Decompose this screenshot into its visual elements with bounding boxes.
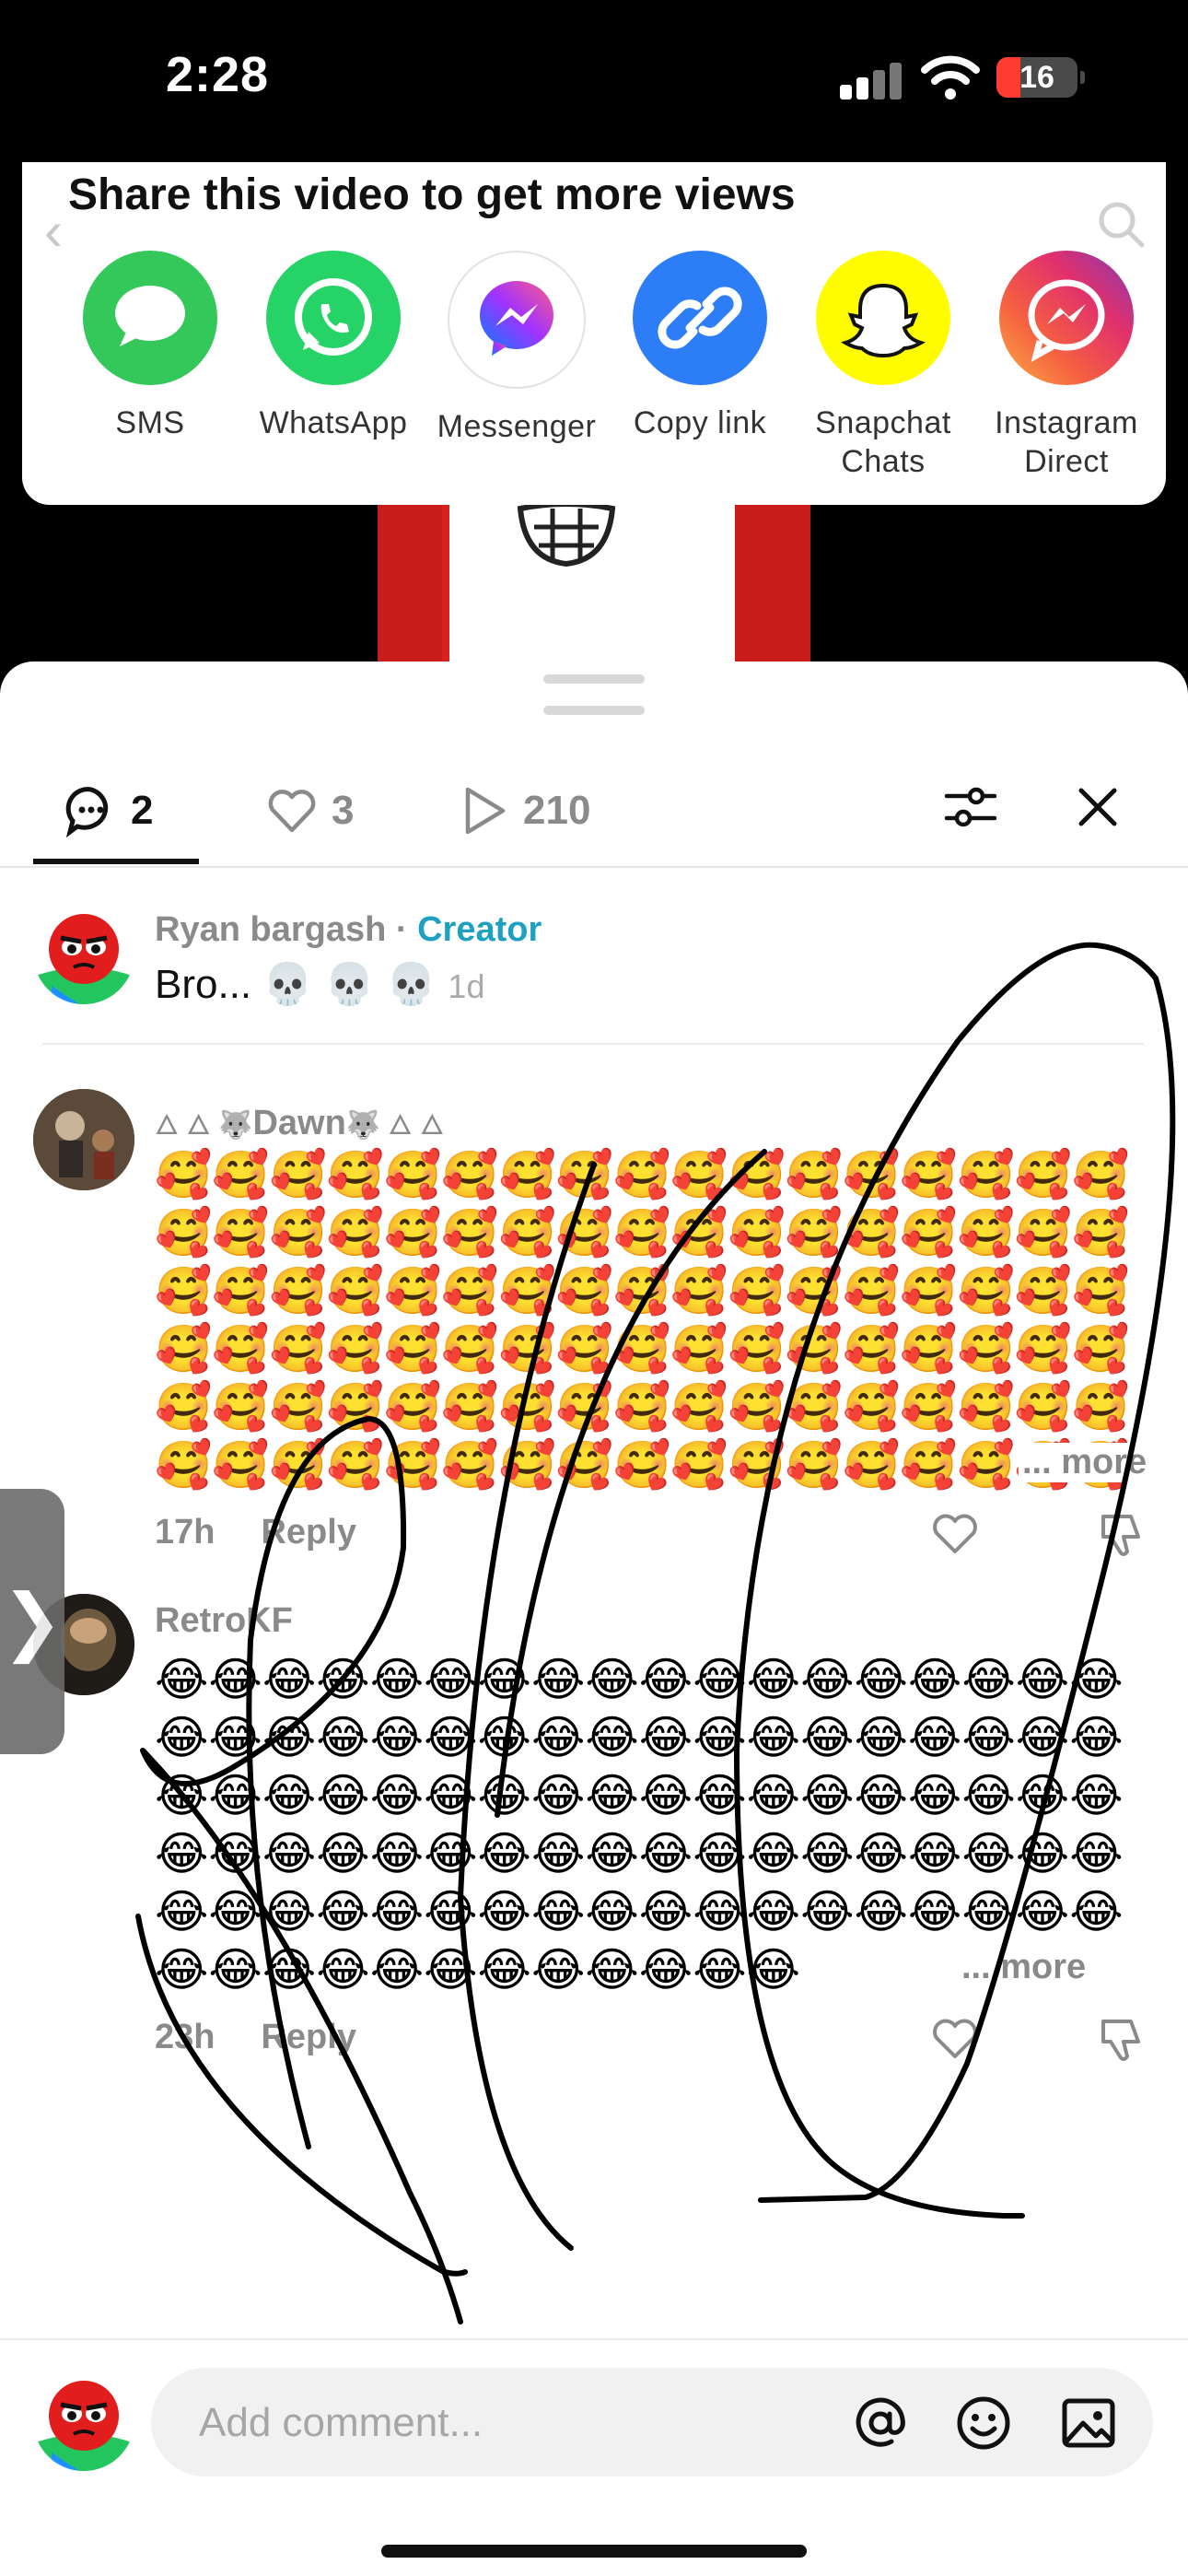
share-label: SMS bbox=[115, 405, 185, 440]
status-time: 2:28 bbox=[166, 47, 270, 102]
comment-emoji-text: 🥰🥰🥰🥰🥰🥰🥰🥰🥰🥰🥰🥰🥰🥰🥰🥰🥰🥰🥰🥰🥰🥰🥰🥰🥰🥰🥰🥰🥰🥰🥰🥰🥰🥰🥰🥰🥰🥰🥰🥰… bbox=[155, 1149, 1130, 1491]
comment-meta: 17h Reply bbox=[155, 1513, 356, 1552]
comment-author[interactable]: Ryan bargash · Creator bbox=[155, 910, 542, 950]
reply-button[interactable]: Reply bbox=[261, 1513, 355, 1551]
comment-author[interactable]: RetroKF bbox=[155, 1601, 293, 1641]
comment-meta: 23h Reply bbox=[155, 2018, 356, 2057]
dislike-icon[interactable] bbox=[1096, 2014, 1147, 2066]
comments-count: 2 bbox=[131, 788, 154, 833]
avatar[interactable] bbox=[33, 2370, 134, 2471]
mention-at-icon[interactable] bbox=[851, 2394, 910, 2453]
share-messenger-button[interactable]: Messenger bbox=[429, 251, 604, 446]
battery-level: 16 bbox=[1019, 60, 1054, 95]
comment-author[interactable]: 🜂 🜂 🐺Dawn🐺 🜂 🜂 bbox=[155, 1095, 444, 1151]
heart-icon bbox=[268, 790, 316, 833]
back-chevron-icon[interactable]: ‹ bbox=[44, 199, 63, 263]
avatar[interactable] bbox=[33, 1089, 134, 1190]
comment-input-bar bbox=[0, 2338, 1188, 2576]
link-icon bbox=[633, 251, 767, 385]
sheet-grabber[interactable] bbox=[543, 674, 645, 684]
comments-sheet: 2 3 210 Ryan bargash · Creator Bro... 💀 … bbox=[0, 662, 1188, 2574]
share-copy-link-button[interactable]: Copy link bbox=[612, 251, 787, 442]
side-expand-handle[interactable]: ❯ bbox=[0, 1489, 64, 1754]
comment-bubble-icon bbox=[65, 787, 109, 837]
wifi-icon bbox=[921, 55, 980, 100]
share-sms-button[interactable]: SMS bbox=[63, 251, 238, 442]
dislike-icon[interactable] bbox=[1096, 1509, 1147, 1561]
close-icon[interactable] bbox=[1068, 778, 1127, 837]
image-icon[interactable] bbox=[1059, 2394, 1118, 2453]
share-title: Share this video to get more views bbox=[68, 170, 796, 219]
heart-icon[interactable] bbox=[930, 2014, 980, 2064]
messenger-icon bbox=[448, 251, 586, 389]
whatsapp-icon bbox=[266, 251, 401, 385]
cellular-signal-icon bbox=[840, 61, 904, 100]
more-link[interactable]: ... more bbox=[1019, 1443, 1147, 1482]
comments-tab-bar: 2 3 210 bbox=[0, 763, 1188, 868]
share-instagram-direct-button[interactable]: Instagram Direct bbox=[979, 251, 1154, 481]
comment-time: 17h bbox=[155, 1513, 215, 1551]
share-label: Snapchat Chats bbox=[815, 405, 951, 479]
emoji-icon[interactable] bbox=[954, 2394, 1013, 2453]
share-label: Copy link bbox=[633, 405, 767, 440]
tab-likes[interactable]: 3 bbox=[265, 783, 354, 838]
comment-time: 1d bbox=[448, 967, 485, 1005]
comment-time: 23h bbox=[155, 2018, 215, 2056]
instagram-icon bbox=[999, 251, 1134, 385]
share-label: Instagram Direct bbox=[995, 405, 1138, 479]
add-comment-input[interactable] bbox=[197, 2390, 845, 2456]
more-link[interactable]: ... more bbox=[958, 1948, 1087, 1987]
creator-badge: Creator bbox=[417, 910, 542, 949]
heart-icon[interactable] bbox=[930, 1509, 980, 1559]
sms-icon bbox=[83, 251, 217, 385]
avatar[interactable] bbox=[33, 903, 134, 1004]
comment-text: Bro... 💀 💀 💀 1d bbox=[155, 962, 485, 1007]
battery-icon: 16 bbox=[996, 57, 1085, 98]
play-icon bbox=[465, 787, 506, 835]
divider bbox=[42, 1043, 1144, 1045]
share-label: WhatsApp bbox=[259, 405, 408, 440]
views-count: 210 bbox=[523, 788, 591, 833]
reply-button[interactable]: Reply bbox=[261, 2018, 355, 2056]
share-snapchat-button[interactable]: Snapchat Chats bbox=[796, 251, 971, 481]
sheet-grabber[interactable] bbox=[543, 706, 645, 715]
share-whatsapp-button[interactable]: WhatsApp bbox=[246, 251, 421, 442]
likes-count: 3 bbox=[332, 788, 355, 833]
active-tab-indicator bbox=[33, 859, 199, 864]
filter-sliders-icon[interactable] bbox=[943, 779, 998, 835]
home-indicator[interactable] bbox=[381, 2545, 807, 2558]
snapchat-icon bbox=[816, 251, 950, 385]
status-bar: 2:28 16 bbox=[0, 0, 1188, 161]
comment-input-container bbox=[151, 2368, 1153, 2476]
tab-views[interactable]: 210 bbox=[457, 783, 590, 838]
share-panel: ‹ Share this video to get more views SMS… bbox=[22, 162, 1166, 505]
search-icon[interactable] bbox=[1096, 199, 1146, 249]
tab-comments[interactable]: 2 bbox=[64, 783, 153, 838]
share-label: Messenger bbox=[437, 409, 597, 444]
